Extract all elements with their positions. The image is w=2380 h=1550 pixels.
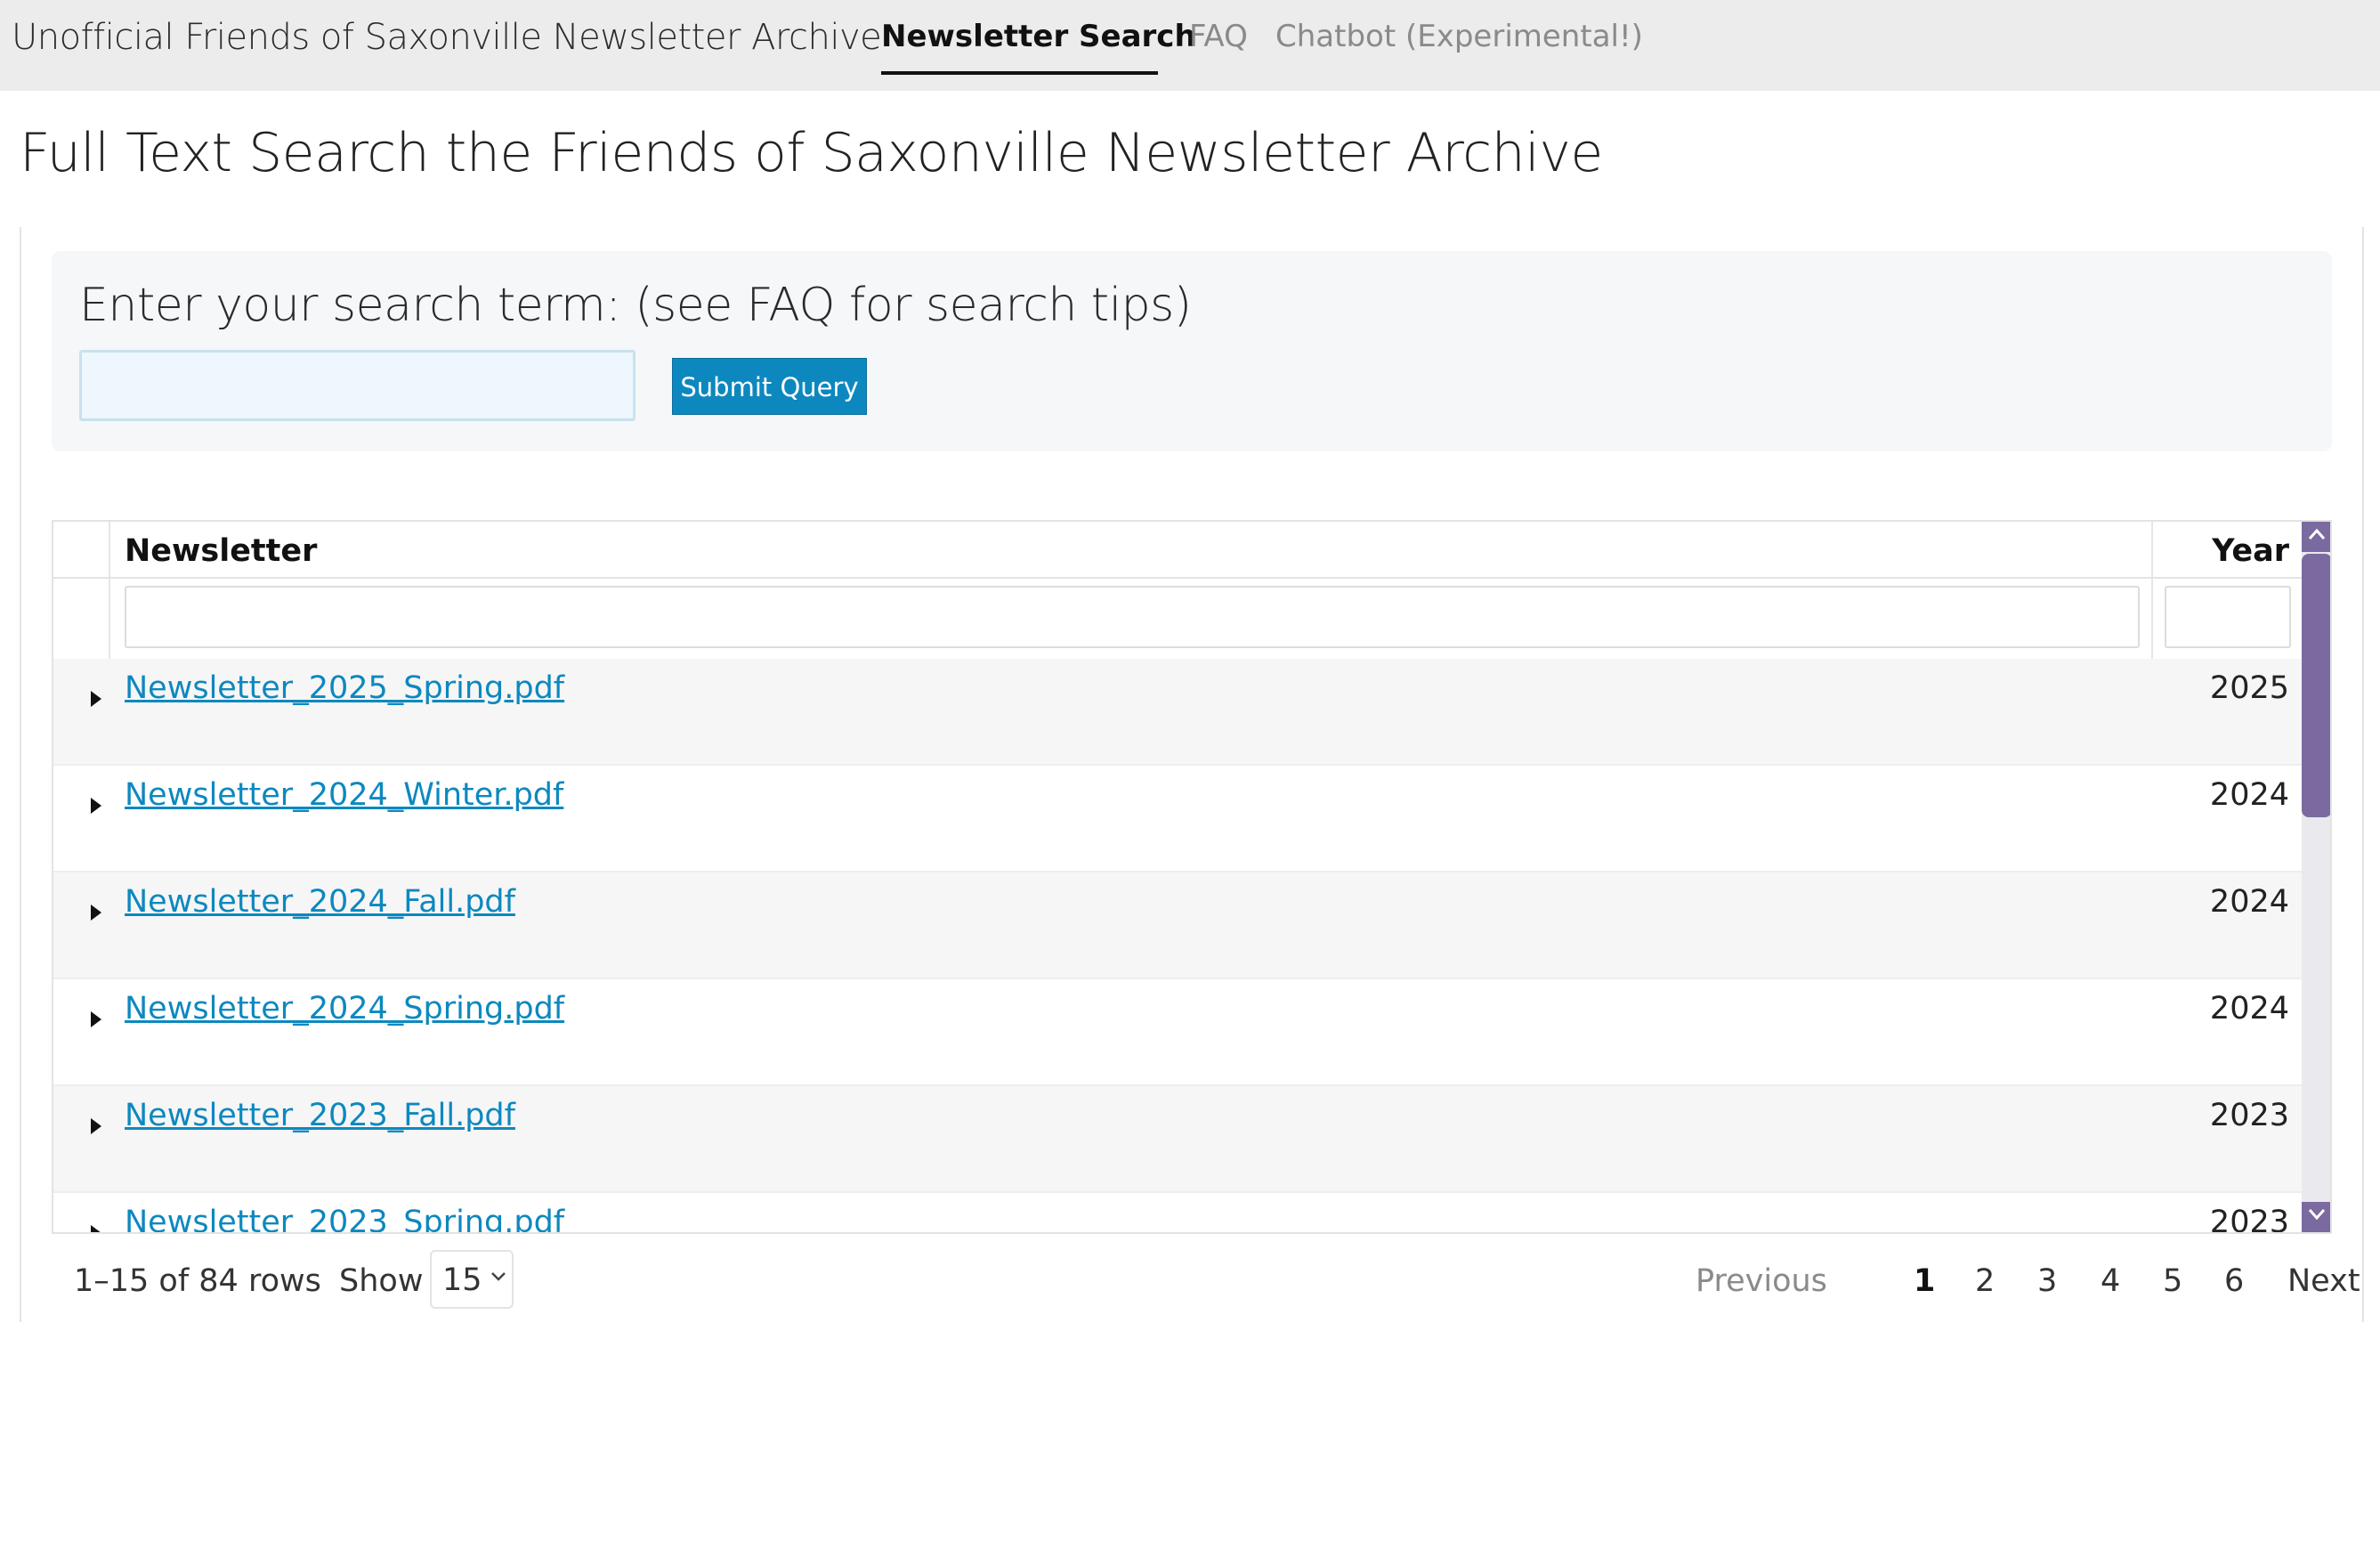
tab-faq[interactable]: FAQ <box>1189 12 1248 61</box>
table-row: Newsletter_2023_Fall.pdf 2023 <box>53 1086 2302 1193</box>
column-header-newsletter[interactable]: Newsletter <box>125 529 317 573</box>
expand-row-toggle[interactable] <box>66 1097 101 1136</box>
table-filter-row <box>53 579 2302 652</box>
pager-page-2[interactable]: 2 <box>1975 1259 1995 1303</box>
pager-page-3[interactable]: 3 <box>2037 1259 2057 1303</box>
year-cell: 2024 <box>2209 991 2289 1027</box>
tab-chatbot[interactable]: Chatbot (Experimental!) <box>1275 12 1643 61</box>
chevron-down-icon <box>491 1272 506 1281</box>
expand-row-toggle[interactable] <box>66 990 101 1029</box>
content-frame-left-border <box>20 227 21 1322</box>
newsletter-table: Newsletter Year Newsletter_2025_Spring.p… <box>52 520 2332 1234</box>
year-cell: 2024 <box>2209 777 2289 813</box>
newsletter-link[interactable]: Newsletter_2024_Winter.pdf <box>125 773 563 817</box>
pager-page-5[interactable]: 5 <box>2163 1259 2182 1303</box>
table-header-row: Newsletter Year <box>53 522 2302 579</box>
newsletter-link[interactable]: Newsletter_2024_Fall.pdf <box>125 880 515 924</box>
search-panel: Enter your search term: (see FAQ for sea… <box>52 251 2332 451</box>
scroll-down-button[interactable] <box>2302 1202 2330 1232</box>
page-size-label: Show <box>339 1263 424 1299</box>
table-row: Newsletter_2025_Spring.pdf 2025 <box>53 659 2302 766</box>
pager-next[interactable]: Next <box>2287 1259 2360 1303</box>
caret-right-icon <box>91 798 101 814</box>
chevron-up-icon <box>2308 528 2326 540</box>
page-size-select[interactable]: 15 <box>430 1250 514 1309</box>
expand-row-toggle[interactable] <box>66 883 101 922</box>
table-body: Newsletter_2025_Spring.pdf 2025 Newslett… <box>53 659 2302 1234</box>
caret-right-icon <box>91 905 101 921</box>
active-tab-indicator <box>881 71 1158 75</box>
year-cell: 2023 <box>2209 1205 2289 1234</box>
caret-right-icon <box>91 1011 101 1027</box>
content-frame-right-border <box>2362 227 2364 1322</box>
newsletter-link[interactable]: Newsletter_2025_Spring.pdf <box>125 666 564 710</box>
pager-page-4[interactable]: 4 <box>2101 1259 2120 1303</box>
submit-query-button[interactable]: Submit Query <box>672 358 867 415</box>
pager-previous[interactable]: Previous <box>1696 1259 1827 1303</box>
search-label: Enter your search term: (see FAQ for sea… <box>79 279 1192 332</box>
year-cell: 2023 <box>2209 1098 2289 1133</box>
rows-count-info: 1–15 of 84 rows <box>74 1263 321 1299</box>
table-row: Newsletter_2024_Fall.pdf 2024 <box>53 872 2302 979</box>
scrollbar-thumb[interactable] <box>2302 554 2330 817</box>
top-navbar: Unofficial Friends of Saxonville Newslet… <box>0 0 2380 91</box>
caret-right-icon <box>91 1225 101 1232</box>
year-filter-input[interactable] <box>2165 586 2291 648</box>
newsletter-filter-input[interactable] <box>125 586 2140 648</box>
year-cell: 2024 <box>2209 884 2289 920</box>
expand-row-toggle[interactable] <box>66 776 101 816</box>
pager-page-6[interactable]: 6 <box>2224 1259 2244 1303</box>
search-input[interactable] <box>79 350 635 421</box>
column-header-year[interactable]: Year <box>2212 529 2289 573</box>
table-scrollbar[interactable] <box>2302 522 2330 1232</box>
newsletter-link[interactable]: Newsletter_2024_Spring.pdf <box>125 986 564 1031</box>
caret-right-icon <box>91 1118 101 1134</box>
newsletter-link[interactable]: Newsletter_2023_Fall.pdf <box>125 1093 515 1138</box>
table-row: Newsletter_2024_Spring.pdf 2024 <box>53 979 2302 1086</box>
page-size-value: 15 <box>442 1262 482 1298</box>
table-footer: 1–15 of 84 rows Show 15 Previous 1 2 3 4… <box>52 1246 2360 1314</box>
expand-row-toggle[interactable] <box>66 670 101 709</box>
pager-page-1[interactable]: 1 <box>1914 1259 1935 1303</box>
newsletter-link[interactable]: Newsletter_2023_Spring.pdf <box>125 1200 564 1232</box>
site-brand[interactable]: Unofficial Friends of Saxonville Newslet… <box>12 12 882 62</box>
table-row: Newsletter_2023_Spring.pdf 2023 <box>53 1193 2302 1234</box>
tab-newsletter-search[interactable]: Newsletter Search <box>881 12 1196 61</box>
year-cell: 2025 <box>2209 670 2289 706</box>
page-title: Full Text Search the Friends of Saxonvil… <box>20 122 1603 184</box>
chevron-down-icon <box>2308 1209 2326 1221</box>
scroll-up-button[interactable] <box>2302 522 2330 552</box>
expand-row-toggle[interactable] <box>66 1204 101 1232</box>
table-row: Newsletter_2024_Winter.pdf 2024 <box>53 766 2302 872</box>
caret-right-icon <box>91 691 101 707</box>
